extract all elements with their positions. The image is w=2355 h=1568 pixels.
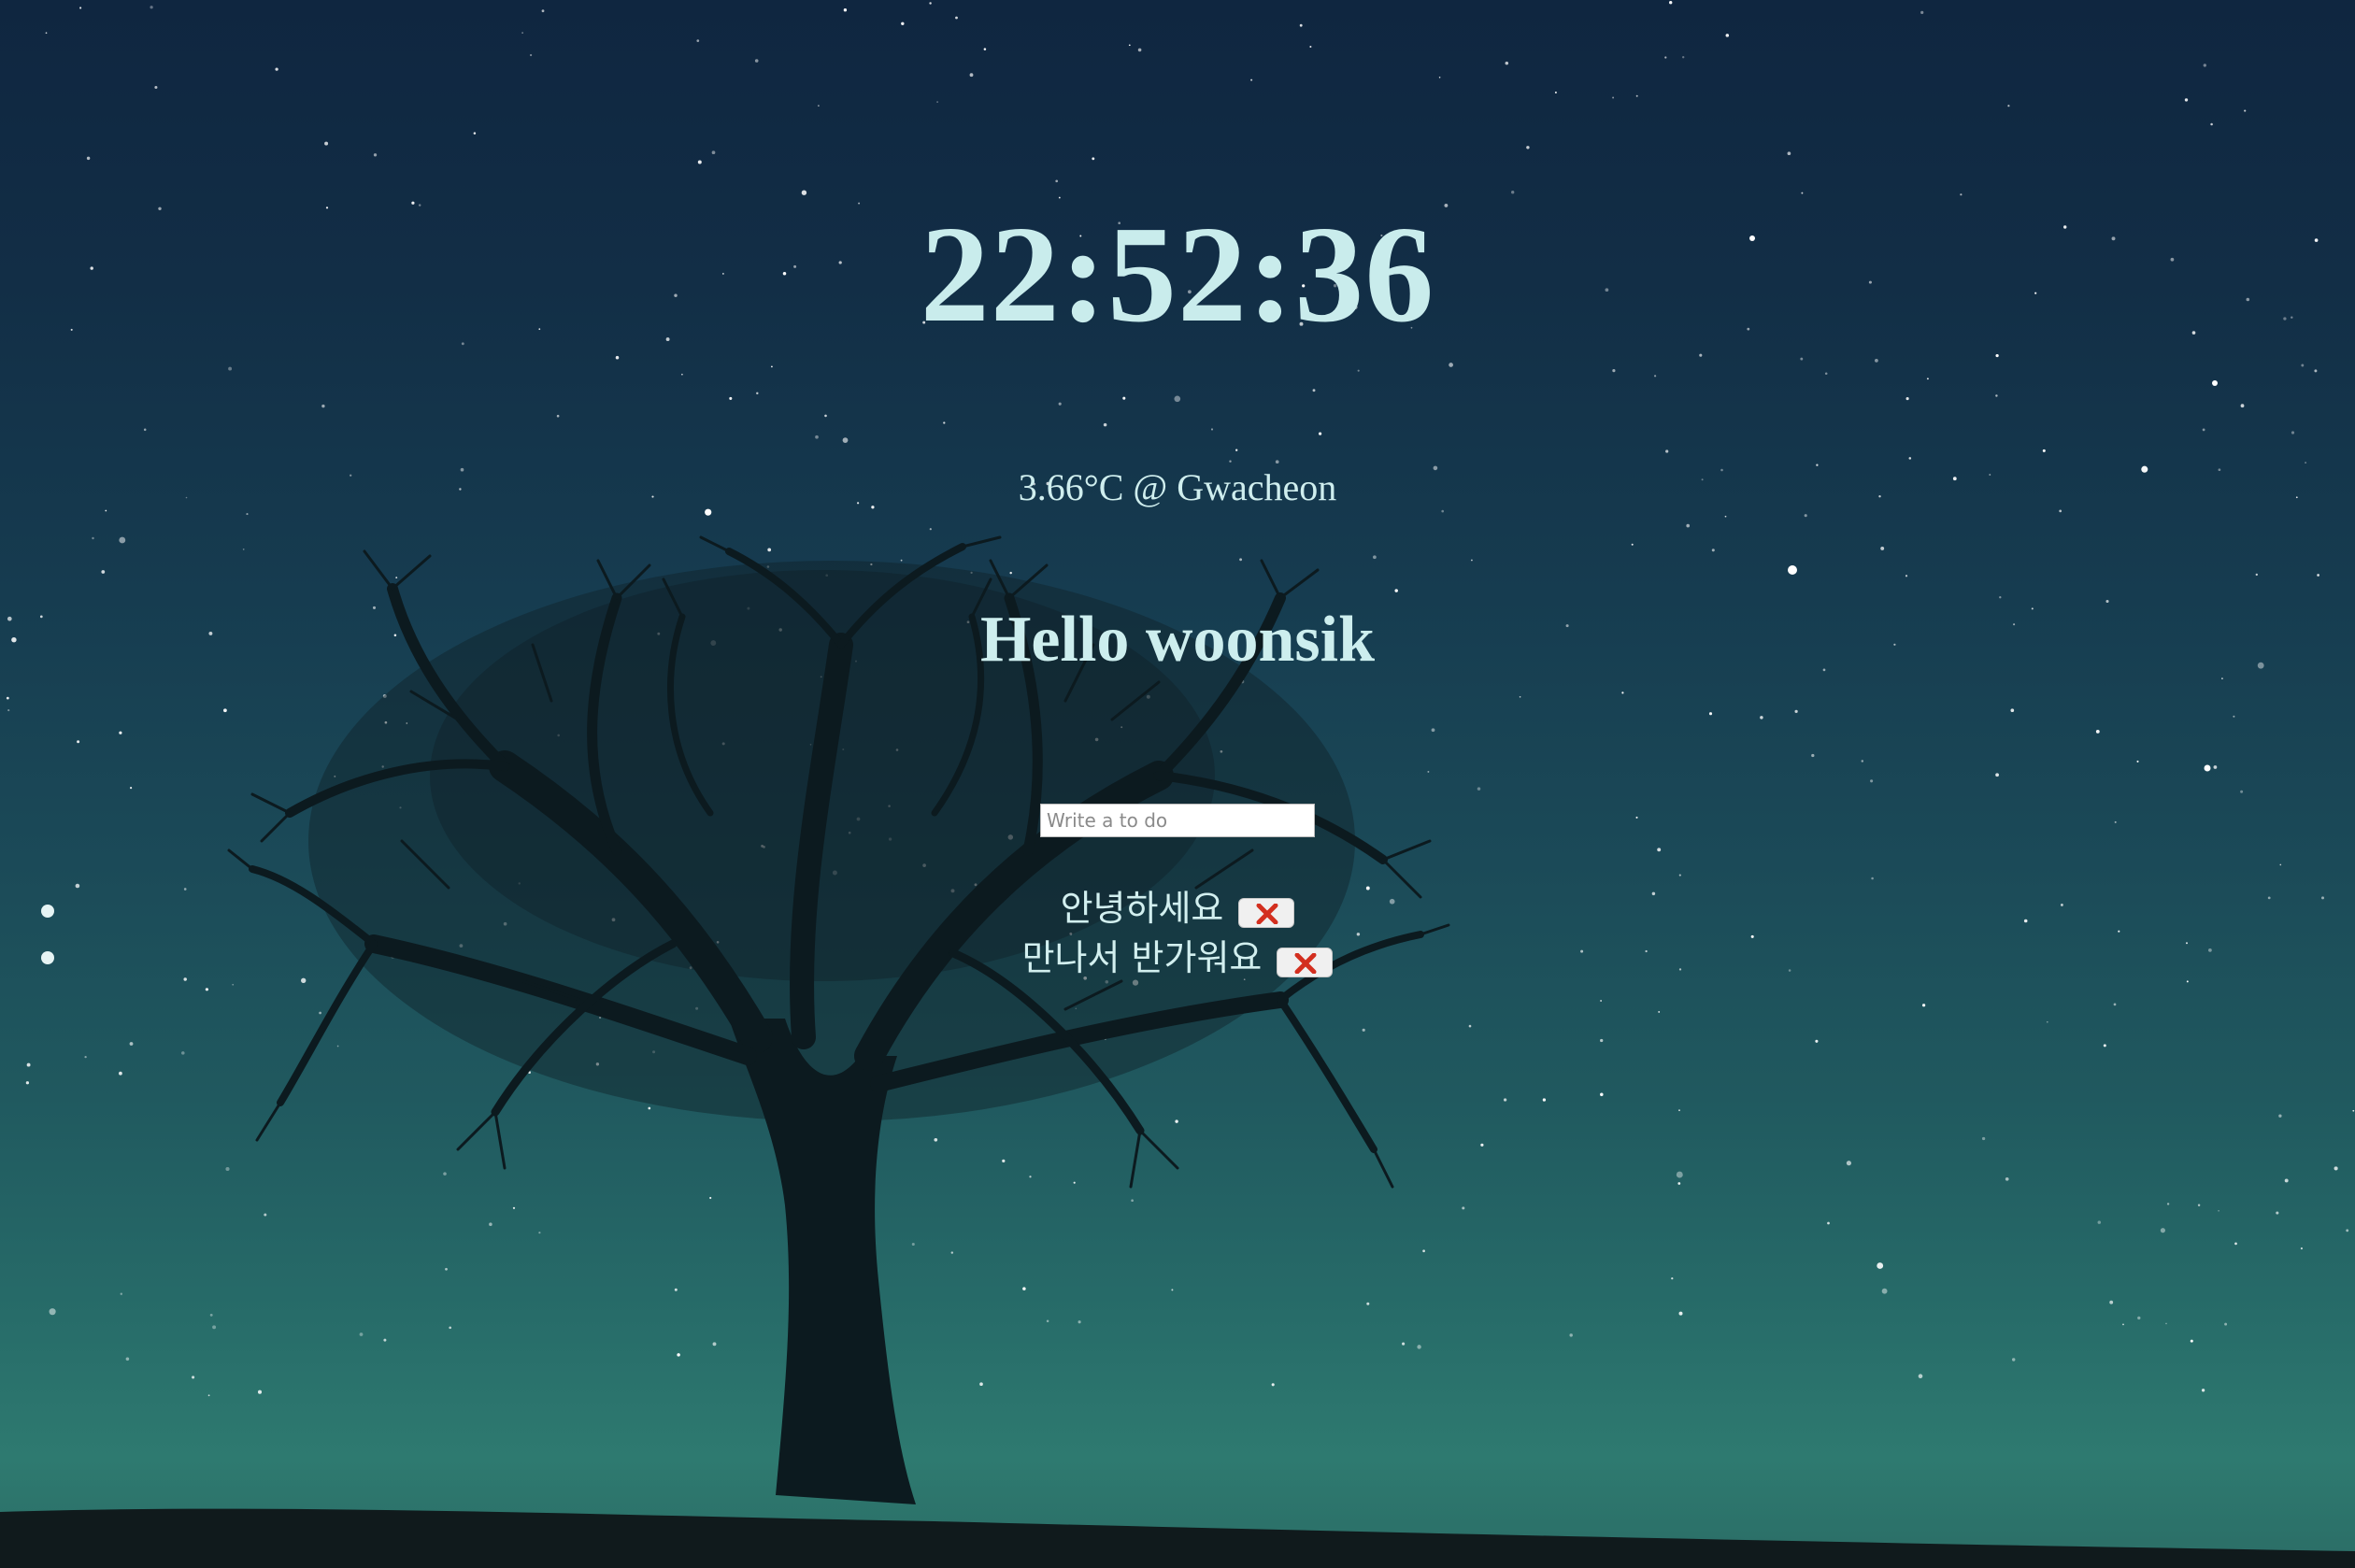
main-content: 22:52:36 3.66°C @ Gwacheon Hello woonsik… xyxy=(0,0,2355,1568)
todo-item-text: 만나서 반가워요 xyxy=(1021,937,1263,978)
todo-form xyxy=(1040,804,1315,837)
cross-mark-icon xyxy=(1294,952,1317,974)
todo-item-text: 안녕하세요 xyxy=(1060,888,1224,929)
todo-list: 안녕하세요 만나서 반가워요 xyxy=(0,882,2355,981)
delete-todo-button[interactable] xyxy=(1277,947,1334,977)
todo-item: 안녕하세요 xyxy=(0,882,2355,932)
delete-todo-button[interactable] xyxy=(1238,897,1295,928)
cross-mark-icon xyxy=(1256,903,1278,924)
todo-item: 만나서 반가워요 xyxy=(0,932,2355,981)
weather-info: 3.66°C @ Gwacheon xyxy=(1018,466,1337,508)
greeting-heading: Hello woonsik xyxy=(979,604,1376,676)
side-indicator-dot xyxy=(41,951,54,964)
side-indicator-dot xyxy=(41,905,54,918)
clock-display: 22:52:36 xyxy=(920,198,1435,351)
todo-input[interactable] xyxy=(1040,804,1315,837)
